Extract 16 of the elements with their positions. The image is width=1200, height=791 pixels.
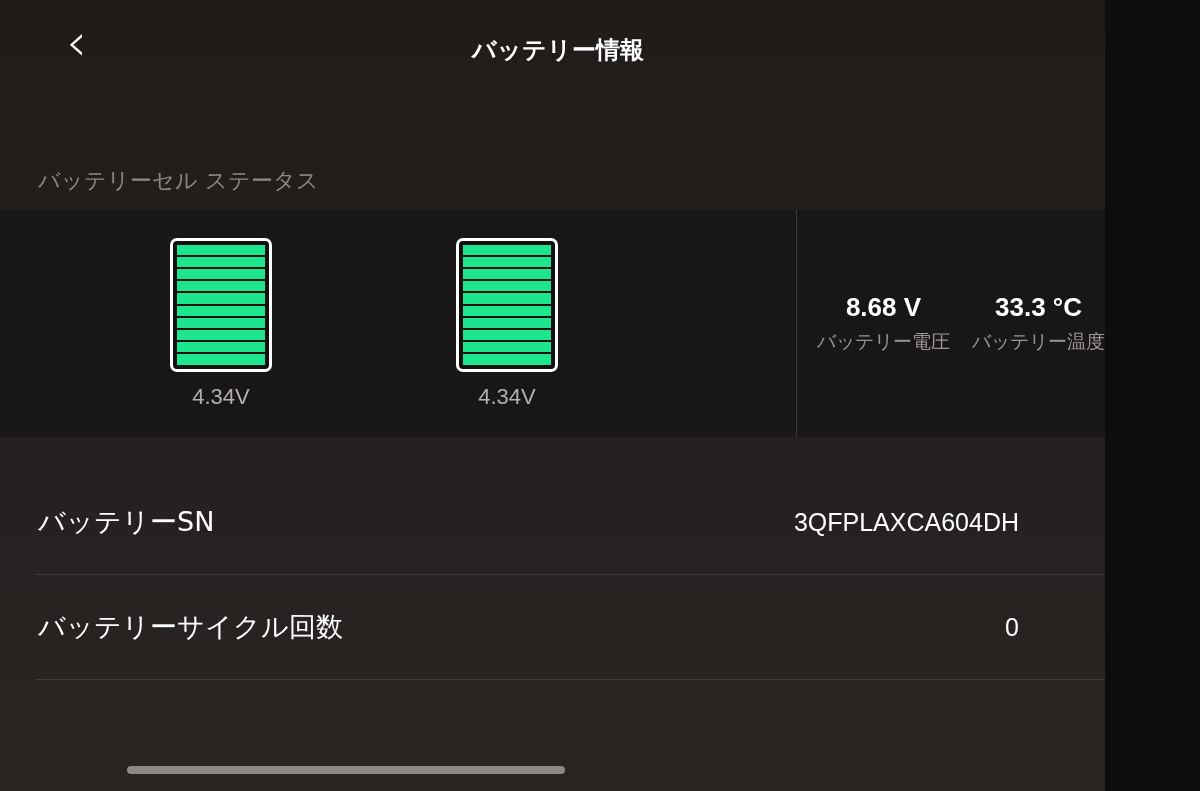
stat-value: 8.68 V xyxy=(845,292,922,323)
row-label: バッテリーサイクル回数 xyxy=(38,610,343,644)
row-label: バッテリーSN xyxy=(38,505,215,539)
section-label: バッテリーセル ステータス xyxy=(38,167,320,195)
cell-voltage: 4.34V xyxy=(192,383,250,410)
back-button[interactable]: ‹ xyxy=(60,16,93,68)
page-title: バッテリー情報 xyxy=(471,35,644,66)
battery-cell-icon xyxy=(170,237,272,372)
stat-label: バッテリー電圧 xyxy=(817,329,950,354)
row-value: 3QFPLAXCA604DH xyxy=(793,507,1019,537)
stat-label: バッテリー温度 xyxy=(972,329,1105,354)
cell-voltage: 4.34V xyxy=(478,383,536,410)
row-value: 0 xyxy=(1005,612,1019,642)
home-indicator[interactable] xyxy=(127,766,565,774)
stat-value: 33.3 °C xyxy=(995,292,1082,323)
battery-cell-icon xyxy=(456,237,558,372)
